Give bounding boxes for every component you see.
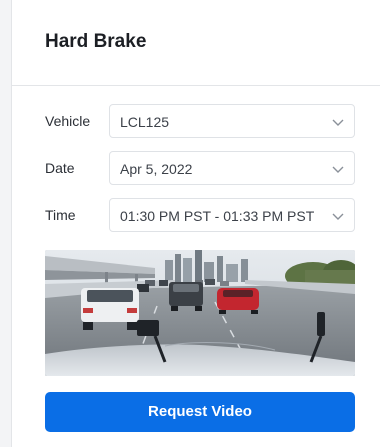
date-row: Date Apr 5, 2022	[45, 151, 355, 185]
date-select[interactable]: Apr 5, 2022	[109, 151, 355, 185]
vehicle-label: Vehicle	[45, 113, 91, 129]
chevron-down-icon	[332, 213, 344, 220]
date-value: Apr 5, 2022	[120, 161, 193, 177]
video-thumbnail[interactable]	[45, 250, 355, 376]
date-label: Date	[45, 160, 75, 176]
vehicle-select[interactable]: LCL125	[109, 104, 355, 138]
time-label: Time	[45, 207, 76, 223]
chevron-down-icon	[332, 119, 344, 126]
request-video-button[interactable]: Request Video	[45, 392, 355, 432]
time-select[interactable]: 01:30 PM PST - 01:33 PM PST	[109, 198, 355, 232]
vehicle-row: Vehicle LCL125	[45, 104, 355, 138]
time-value: 01:30 PM PST - 01:33 PM PST	[120, 208, 315, 224]
time-row: Time 01:30 PM PST - 01:33 PM PST	[45, 198, 355, 232]
vehicle-value: LCL125	[120, 114, 170, 130]
panel-title: Hard Brake	[45, 31, 147, 52]
highway-dashcam-image	[45, 250, 355, 376]
chevron-down-icon	[332, 166, 344, 173]
panel-header: Hard Brake	[12, 0, 380, 86]
hard-brake-panel: Hard Brake Vehicle LCL125 Date Apr 5, 20…	[11, 0, 380, 447]
